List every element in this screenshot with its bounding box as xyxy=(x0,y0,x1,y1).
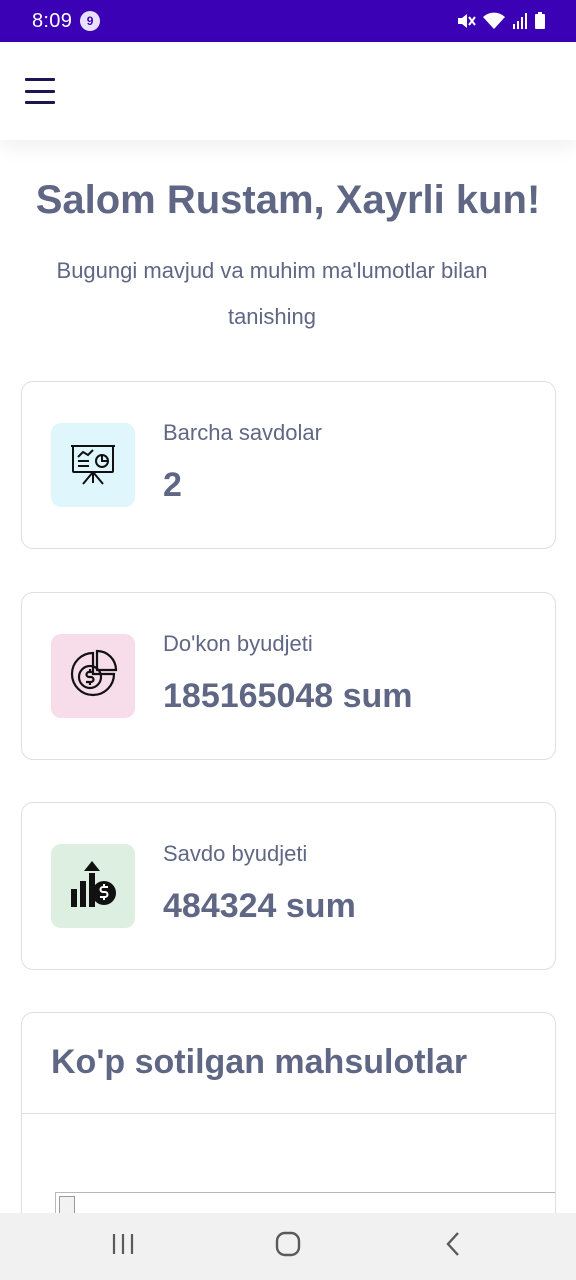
stat-card-sales-budget[interactable]: Savdo byudjeti 484324 sum xyxy=(21,802,556,970)
top-products-card: Ko'p sotilgan mahsulotlar xyxy=(21,1012,556,1213)
stat-label: Savdo byudjeti xyxy=(163,841,308,866)
status-icons xyxy=(456,12,546,30)
stat-label: Do'kon byudjeti xyxy=(163,631,313,656)
recent-apps-button[interactable] xyxy=(83,1217,163,1277)
divider xyxy=(22,1113,555,1114)
app-header xyxy=(0,42,576,140)
greeting-title: Salom Rustam, Xayrli kun! xyxy=(35,178,541,222)
stat-icon-box xyxy=(51,844,135,928)
system-nav-bar xyxy=(0,1213,576,1280)
budget-pie-chart-icon xyxy=(68,649,118,704)
greeting-subtitle: Bugungi mavjud va muhim ma'lumotlar bila… xyxy=(56,258,488,329)
broken-image-placeholder xyxy=(55,1192,555,1213)
stat-icon-box xyxy=(51,634,135,718)
recent-apps-icon xyxy=(111,1233,135,1260)
mute-icon xyxy=(456,12,476,30)
status-time: 8:09 xyxy=(32,9,73,32)
notification-count-badge: 9 xyxy=(80,11,101,31)
broken-image-icon xyxy=(59,1196,75,1213)
stat-card-all-sales[interactable]: Barcha savdolar 2 xyxy=(21,381,556,549)
back-icon xyxy=(445,1231,461,1262)
stat-label: Barcha savdolar xyxy=(163,420,322,445)
stat-value: 185165048 sum xyxy=(163,677,413,715)
top-products-title: Ko'p sotilgan mahsulotlar xyxy=(51,1043,468,1081)
hamburger-menu-icon[interactable] xyxy=(25,78,55,104)
status-bar: 8:09 9 xyxy=(0,0,576,42)
presentation-chart-icon xyxy=(69,439,117,492)
stat-icon-box xyxy=(51,423,135,507)
back-button[interactable] xyxy=(413,1217,493,1277)
home-button[interactable] xyxy=(248,1217,328,1277)
stat-card-store-budget[interactable]: Do'kon byudjeti 185165048 sum xyxy=(21,592,556,760)
signal-icon xyxy=(512,12,528,30)
wifi-icon xyxy=(482,12,506,30)
stat-value: 484324 sum xyxy=(163,887,356,925)
main-content: Salom Rustam, Xayrli kun! Bugungi mavjud… xyxy=(0,140,576,1213)
stat-value: 2 xyxy=(163,466,182,504)
sales-growth-icon xyxy=(67,859,119,914)
battery-icon xyxy=(534,12,546,30)
home-icon xyxy=(275,1231,301,1262)
